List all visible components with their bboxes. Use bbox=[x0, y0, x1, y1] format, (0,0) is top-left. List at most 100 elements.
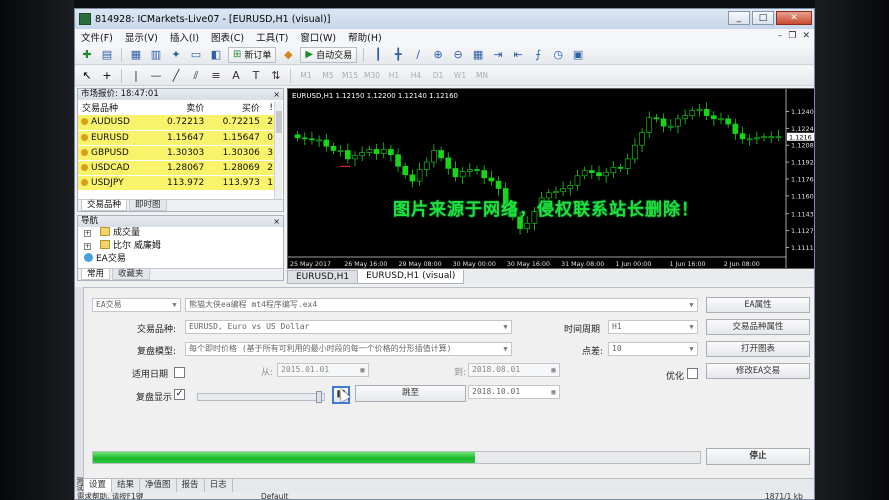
vertical-line-icon[interactable]: | bbox=[128, 68, 144, 83]
tf-w1[interactable]: W1 bbox=[451, 68, 469, 83]
column-header[interactable]: 卖价 bbox=[150, 100, 207, 115]
spread-select[interactable]: 10 ▼ bbox=[608, 342, 698, 356]
tab-symbols[interactable]: 交易品种 bbox=[81, 200, 128, 211]
speed-slider[interactable] bbox=[197, 391, 325, 403]
nav-item-bill-williams[interactable]: + 比尔 威廉姆 bbox=[78, 240, 283, 253]
mdi-minimize-icon[interactable]: – bbox=[778, 31, 783, 41]
tab-graph[interactable]: 净值图 bbox=[140, 479, 177, 492]
minimize-button[interactable]: _ bbox=[728, 11, 750, 25]
menu-window[interactable]: 窗口(W) bbox=[300, 30, 336, 44]
expert-type-select[interactable]: EA交易 ▼ bbox=[92, 298, 181, 312]
mdi-restore-icon[interactable]: ❐ bbox=[788, 31, 796, 41]
tab-results[interactable]: 结果 bbox=[112, 479, 141, 492]
chart-tab-eurusd-h1[interactable]: EURUSD,H1 bbox=[287, 270, 359, 284]
open-chart-button[interactable]: 打开图表 bbox=[706, 341, 810, 357]
menu-file[interactable]: 文件(F) bbox=[81, 30, 113, 44]
table-row[interactable]: USDCAD 1.28067 1.28069 2 bbox=[78, 160, 275, 176]
nav-item-volumes[interactable]: + 成交量 bbox=[78, 227, 283, 240]
from-date-input[interactable]: 2015.01.01 ▦ bbox=[277, 363, 369, 377]
tab-favorites[interactable]: 收藏夹 bbox=[112, 269, 150, 280]
chart-shift-icon[interactable]: ⇤ bbox=[510, 47, 526, 62]
menu-charts[interactable]: 图表(C) bbox=[211, 30, 244, 44]
close-icon[interactable]: × bbox=[273, 216, 280, 227]
crosshair-icon[interactable]: + bbox=[99, 68, 115, 83]
bar-chart-icon[interactable]: ┃ bbox=[370, 47, 386, 62]
menu-view[interactable]: 显示(V) bbox=[125, 30, 158, 44]
price-chart[interactable]: EURUSD,H1 1.12150 1.12200 1.12140 1.1216… bbox=[287, 88, 815, 269]
close-button[interactable]: ✕ bbox=[776, 11, 812, 25]
expert-properties-button[interactable]: EA属性 bbox=[706, 297, 810, 313]
nav-item-expert-advisors[interactable]: EA交易 bbox=[78, 253, 283, 266]
optimize-checkbox[interactable] bbox=[687, 368, 698, 379]
menu-tools[interactable]: 工具(T) bbox=[256, 30, 288, 44]
expand-icon[interactable]: + bbox=[84, 230, 91, 237]
tile-windows-icon[interactable]: ▦ bbox=[470, 47, 486, 62]
periods-icon[interactable]: ◷ bbox=[550, 47, 566, 62]
menu-help[interactable]: 帮助(H) bbox=[348, 30, 382, 44]
expert-file-select[interactable]: 熊猫大侠ea编程 mt4程序编写.ex4 ▼ bbox=[185, 298, 698, 312]
templates-icon[interactable]: ▣ bbox=[570, 47, 586, 62]
tf-m30[interactable]: M30 bbox=[363, 68, 381, 83]
line-chart-icon[interactable]: ∕ bbox=[410, 47, 426, 62]
menu-insert[interactable]: 插入(I) bbox=[170, 30, 199, 44]
zoom-out-icon[interactable]: ⊖ bbox=[450, 47, 466, 62]
navigator-icon[interactable]: ✦ bbox=[168, 47, 184, 62]
profiles-icon[interactable]: ▤ bbox=[99, 47, 115, 62]
zoom-in-icon[interactable]: ⊕ bbox=[430, 47, 446, 62]
stop-button[interactable]: 停止 bbox=[706, 448, 810, 465]
tf-h4[interactable]: H4 bbox=[407, 68, 425, 83]
tester-icon[interactable]: ◧ bbox=[208, 47, 224, 62]
metaeditor-icon[interactable]: ◆ bbox=[280, 47, 296, 62]
tf-m5[interactable]: M5 bbox=[319, 68, 337, 83]
visual-mode-checkbox[interactable]: ✓ bbox=[174, 389, 185, 400]
table-row[interactable]: USDJPY 113.972 113.973 1 bbox=[78, 175, 275, 191]
tf-mn[interactable]: MN bbox=[473, 68, 491, 83]
tab-journal[interactable]: 日志 bbox=[205, 479, 233, 492]
market-watch-icon[interactable]: ▦ bbox=[128, 47, 144, 62]
text-icon[interactable]: A bbox=[228, 68, 244, 83]
chart-svg[interactable]: EURUSD,H1 1.12150 1.12200 1.12140 1.1216… bbox=[288, 89, 815, 268]
table-row[interactable]: AUDUSD 0.72213 0.72215 2 bbox=[78, 115, 275, 131]
horizontal-line-icon[interactable]: — bbox=[148, 68, 164, 83]
auto-trading-button[interactable]: ▶ 自动交易 bbox=[300, 46, 358, 63]
column-header[interactable]: 买价 bbox=[206, 100, 262, 115]
cursor-icon[interactable]: ↖ bbox=[79, 68, 95, 83]
arrows-icon[interactable]: ⇅ bbox=[268, 68, 284, 83]
tf-d1[interactable]: D1 bbox=[429, 68, 447, 83]
close-icon[interactable]: × bbox=[273, 89, 280, 100]
indicators-icon[interactable]: ⨍ bbox=[530, 47, 546, 62]
period-select[interactable]: H1 ▼ bbox=[608, 320, 698, 334]
auto-scroll-icon[interactable]: ⇥ bbox=[490, 47, 506, 62]
data-window-icon[interactable]: ▥ bbox=[148, 47, 164, 62]
channel-icon[interactable]: ⫽ bbox=[188, 68, 204, 83]
skip-to-button[interactable]: 跳至 bbox=[355, 385, 466, 402]
new-chart-icon[interactable]: ✚ bbox=[79, 47, 95, 62]
tf-m15[interactable]: M15 bbox=[341, 68, 359, 83]
new-order-button[interactable]: ⊞ 新订单 bbox=[228, 46, 277, 63]
tf-m1[interactable]: M1 bbox=[297, 68, 315, 83]
modify-expert-button[interactable]: 修改EA交易 bbox=[706, 363, 810, 379]
terminal-icon[interactable]: ▭ bbox=[188, 47, 204, 62]
symbol-select[interactable]: EURUSD, Euro vs US Dollar ▼ bbox=[185, 320, 512, 334]
candlestick-icon[interactable]: ╋ bbox=[390, 47, 406, 62]
tab-report[interactable]: 报告 bbox=[177, 479, 205, 492]
to-date-input[interactable]: 2018.08.01 ▦ bbox=[468, 363, 560, 377]
tf-h1[interactable]: H1 bbox=[385, 68, 403, 83]
symbol-properties-button[interactable]: 交易品种属性 bbox=[706, 319, 810, 335]
tab-settings[interactable]: 设置 bbox=[84, 479, 113, 492]
tab-common[interactable]: 常用 bbox=[81, 269, 111, 280]
table-row[interactable]: EURUSD 1.15647 1.15647 0 bbox=[78, 130, 275, 146]
label-icon[interactable]: T bbox=[248, 68, 264, 83]
tab-tick-chart[interactable]: 即时图 bbox=[129, 200, 167, 211]
slider-handle[interactable] bbox=[316, 391, 322, 403]
model-select[interactable]: 每个即时价格 (基于所有可利用的最小时段的每一个价格的分形插值计算) ▼ bbox=[185, 342, 512, 356]
trendline-icon[interactable]: ╱ bbox=[168, 68, 184, 83]
chart-tab-eurusd-visual[interactable]: EURUSD,H1 (visual) bbox=[357, 270, 465, 284]
skip-to-date-input[interactable]: 2018.10.01 ▦ bbox=[468, 385, 560, 399]
maximize-button[interactable]: □ bbox=[752, 11, 774, 25]
market-watch-scrollbar[interactable] bbox=[274, 101, 282, 199]
expand-icon[interactable]: + bbox=[84, 243, 91, 250]
table-row[interactable]: GBPUSD 1.30303 1.30306 3 bbox=[78, 145, 275, 161]
fibonacci-icon[interactable]: ≡ bbox=[208, 68, 224, 83]
column-header[interactable]: 交易品种 bbox=[78, 100, 151, 115]
